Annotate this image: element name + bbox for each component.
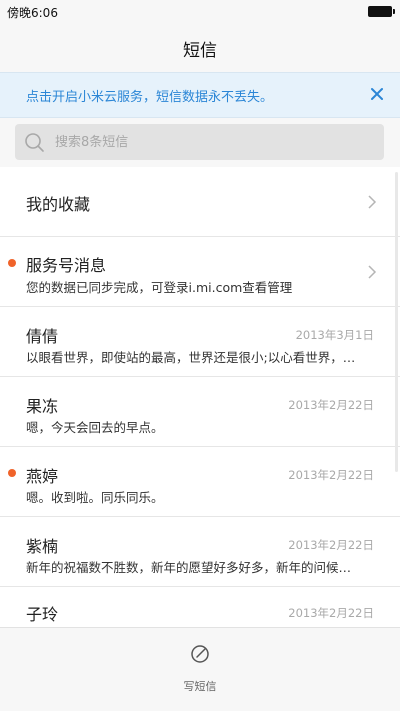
- contact-name: 燕婷: [26, 467, 59, 486]
- chevron-right-icon: [366, 264, 378, 280]
- message-preview: 新年的祝福数不胜数，新年的愿望好多好多，新年的问候…: [26, 560, 352, 575]
- message-date: 2013年2月22日: [288, 398, 374, 412]
- scrollbar[interactable]: [395, 172, 398, 472]
- service-messages-row[interactable]: 服务号消息 您的数据已同步完成，可登录i.mi.com查看管理: [0, 237, 400, 307]
- message-preview: 以眼看世界，即使站的最高，世界还是很小;以心看世界，…: [26, 350, 356, 365]
- compose-button[interactable]: 写短信: [170, 642, 230, 702]
- status-time: 傍晚6:06: [7, 6, 58, 20]
- contact-name: 果冻: [26, 397, 59, 416]
- contact-name: 倩倩: [26, 327, 59, 346]
- compose-icon: [190, 644, 210, 664]
- favorites-row[interactable]: 我的收藏: [0, 167, 400, 237]
- compose-label: 写短信: [183, 680, 217, 693]
- unread-dot: [8, 469, 16, 477]
- messaging-screen: 傍晚6:06 短信 点击开启小米云服务，短信数据永不丢失。 我的收藏: [0, 0, 400, 711]
- message-date: 2013年2月22日: [288, 606, 374, 620]
- conversation-row[interactable]: 燕婷 2013年2月22日 嗯。收到啦。同乐同乐。: [0, 447, 400, 517]
- message-date: 2013年2月22日: [288, 538, 374, 552]
- title-bar: 短信: [0, 24, 400, 72]
- service-messages-preview: 您的数据已同步完成，可登录i.mi.com查看管理: [26, 280, 293, 295]
- conversation-row[interactable]: 紫楠 2013年2月22日 新年的祝福数不胜数，新年的愿望好多好多，新年的问候…: [0, 517, 400, 587]
- page-title: 短信: [183, 41, 217, 61]
- conversation-row[interactable]: 子玲 2013年2月22日: [0, 587, 400, 627]
- search-bar[interactable]: [15, 124, 384, 160]
- cloud-service-banner[interactable]: 点击开启小米云服务，短信数据永不丢失。: [0, 72, 400, 118]
- battery-icon: [368, 6, 395, 17]
- cloud-banner-text[interactable]: 点击开启小米云服务，短信数据永不丢失。: [26, 86, 273, 105]
- message-date: 2013年3月1日: [295, 328, 374, 342]
- unread-dot: [8, 259, 16, 267]
- message-date: 2013年2月22日: [288, 468, 374, 482]
- contact-name: 子玲: [26, 605, 59, 624]
- message-preview: 嗯。收到啦。同乐同乐。: [26, 490, 164, 505]
- chevron-right-icon: [366, 194, 378, 210]
- bottom-bar: 写短信: [0, 627, 400, 711]
- contact-name: 紫楠: [26, 537, 59, 556]
- search-icon: [23, 131, 45, 153]
- conversation-row[interactable]: 果冻 2013年2月22日 嗯，今天会回去的早点。: [0, 377, 400, 447]
- status-bar: 傍晚6:06: [0, 0, 400, 24]
- conversation-list: 我的收藏 服务号消息 您的数据已同步完成，可登录i.mi.com查看管理 倩倩 …: [0, 167, 400, 627]
- favorites-label: 我的收藏: [26, 195, 91, 214]
- search-input[interactable]: [55, 132, 355, 152]
- message-preview: 嗯，今天会回去的早点。: [26, 420, 164, 435]
- close-icon[interactable]: [366, 83, 388, 105]
- service-messages-title: 服务号消息: [26, 256, 107, 275]
- conversation-row[interactable]: 倩倩 2013年3月1日 以眼看世界，即使站的最高，世界还是很小;以心看世界，…: [0, 307, 400, 377]
